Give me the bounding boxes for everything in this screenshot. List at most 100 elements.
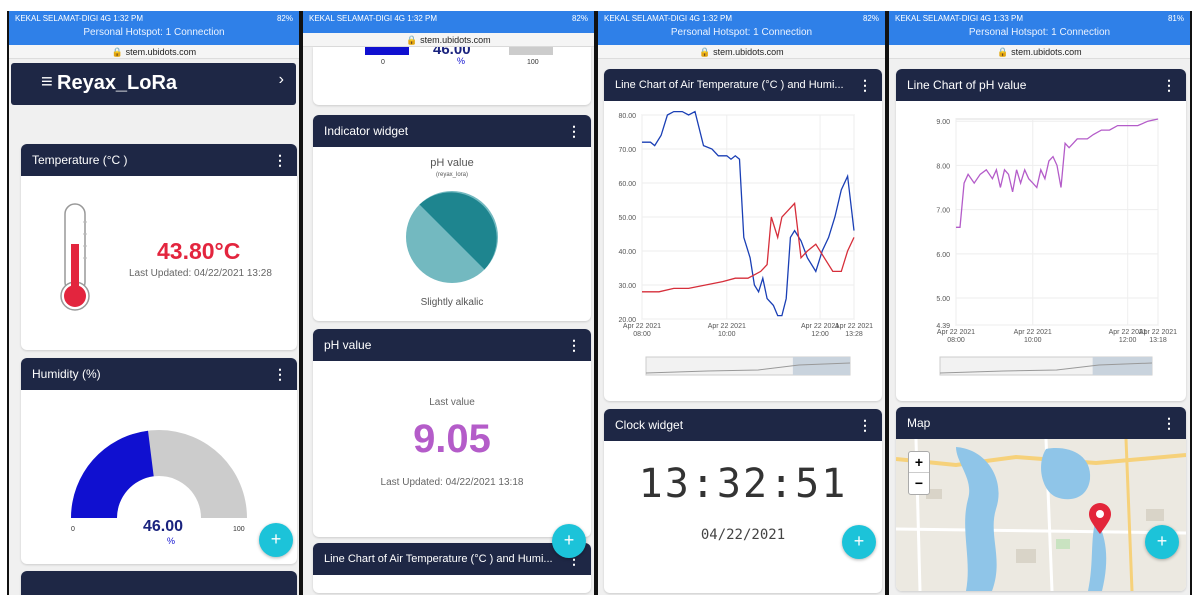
zoom-controls: + − — [908, 451, 930, 495]
battery-text: 81% — [1167, 14, 1184, 23]
last-value-label: Last value — [429, 397, 475, 408]
phone-panel-3: KEKAL SELAMAT-DIGI 4G 1:32 PM 82% Person… — [596, 11, 887, 595]
more-icon[interactable]: ⋮ — [567, 329, 581, 361]
temperature-card: Temperature (°C ) ⋮ 43.80°C Last Updated:… — [21, 144, 297, 350]
status-bar: KEKAL SELAMAT-DIGI 4G 1:33 PM 81% Person… — [889, 11, 1190, 45]
carrier-text: KEKAL SELAMAT-DIGI 4G 1:32 PM — [15, 14, 144, 23]
url-text: stem.ubidots.com — [713, 47, 784, 57]
card-title: Temperature (°C ) — [32, 153, 128, 167]
next-card — [21, 571, 297, 595]
more-icon[interactable]: ⋮ — [858, 69, 872, 101]
chevron-right-icon[interactable]: › — [279, 71, 284, 89]
y-tick-label: 5.00 — [936, 296, 950, 303]
gauge-bar-grey — [509, 47, 553, 55]
air-temp-chart-card: Line Chart of Air Temperature (°C ) and … — [604, 69, 882, 401]
card-title: Clock widget — [615, 418, 684, 432]
app-title: Reyax_LoRa — [57, 72, 178, 94]
gauge-unit: % — [457, 56, 466, 66]
more-icon[interactable]: ⋮ — [858, 409, 872, 441]
last-updated-text: Last Updated: 04/22/2021 13:28 — [129, 268, 272, 279]
status-bar: KEKAL SELAMAT-DIGI 4G 1:32 PM 82% Person… — [9, 11, 299, 45]
add-widget-button[interactable]: + — [552, 524, 586, 558]
card-title: Map — [907, 416, 931, 430]
y-tick-label: 40.00 — [618, 249, 636, 256]
thermometer-icon — [60, 203, 90, 311]
card-title: Line Chart of Air Temperature (°C ) and … — [324, 553, 553, 565]
temperature-value: 43.80°C — [157, 238, 241, 264]
clock-time: 13:32:51 — [638, 461, 848, 507]
battery-text: 82% — [862, 14, 879, 23]
y-tick-label: 7.00 — [936, 208, 950, 215]
zoom-in-button[interactable]: + — [909, 452, 929, 473]
y-tick-label: 6.00 — [936, 252, 950, 259]
more-icon[interactable]: ⋮ — [1162, 69, 1176, 101]
gauge-value: 46.00 — [143, 518, 184, 535]
y-tick-label: 30.00 — [618, 283, 636, 290]
more-icon[interactable]: ⋮ — [567, 115, 581, 147]
more-icon[interactable]: ⋮ — [1162, 407, 1176, 439]
indicator-sublabel: (reyax_lora) — [435, 172, 468, 178]
hamburger-icon[interactable]: ≡ — [41, 71, 53, 94]
add-widget-button[interactable]: + — [842, 525, 876, 559]
add-widget-button[interactable]: + — [1145, 525, 1179, 559]
y-tick-label: 70.00 — [618, 147, 636, 154]
gauge-max: 100 — [233, 526, 245, 533]
url-bar[interactable]: 🔒 stem.ubidots.com — [598, 45, 885, 59]
map-card: Map ⋮ + − — [896, 407, 1186, 591]
url-bar[interactable]: 🔒 stem.ubidots.com — [303, 33, 594, 47]
url-text: stem.ubidots.com — [125, 47, 197, 57]
ph-line-chart: 9.008.007.006.005.004.39Apr 22 2021 08:00… — [936, 118, 1177, 376]
x-tick-label: Apr 22 2021 10:00 — [1014, 329, 1052, 344]
url-bar[interactable]: 🔒 stem.ubidots.com — [9, 45, 299, 59]
x-tick-label: Apr 22 2021 08:00 — [937, 329, 975, 344]
url-text: stem.ubidots.com — [1011, 47, 1082, 57]
card-title: Indicator widget — [324, 124, 409, 138]
ph-value-card: pH value ⋮ Last value 9.05 Last Updated: … — [313, 329, 591, 537]
zoom-out-button[interactable]: − — [909, 473, 929, 494]
app-header: ≡ Reyax_LoRa › — [11, 63, 296, 105]
map-pin-icon[interactable] — [1088, 503, 1112, 535]
y-tick-label: 9.00 — [936, 119, 950, 126]
gauge-fill — [71, 430, 154, 518]
clock-date: 04/22/2021 — [700, 527, 786, 543]
add-widget-button[interactable]: + — [259, 523, 293, 557]
battery-text: 82% — [571, 14, 588, 23]
gauge-min: 0 — [381, 59, 385, 66]
hotspot-text: Personal Hotspot: 1 Connection — [83, 27, 225, 38]
battery-text: 82% — [276, 14, 293, 23]
carrier-text: KEKAL SELAMAT-DIGI 4G 1:33 PM — [895, 14, 1024, 23]
x-tick-label: Apr 22 2021 12:00 — [801, 323, 839, 338]
hotspot-text: Personal Hotspot: 1 Connection — [968, 27, 1111, 38]
card-title: Line Chart of Air Temperature (°C ) and … — [615, 79, 844, 91]
phone-panel-2: KEKAL SELAMAT-DIGI 4G 1:32 PM 82% 🔒 stem… — [301, 11, 596, 595]
indicator-label: pH value — [430, 157, 474, 169]
range-selection — [792, 357, 850, 375]
x-tick-label: Apr 22 2021 13:18 — [1139, 329, 1177, 344]
y-tick-label: 8.00 — [936, 163, 950, 170]
x-tick-label: Apr 22 2021 08:00 — [623, 323, 661, 338]
hotspot-text: Personal Hotspot: 1 Connection — [670, 27, 813, 38]
more-icon[interactable]: ⋮ — [273, 358, 287, 390]
gauge-max: 100 — [527, 59, 539, 66]
ph-chart-card: Line Chart of pH value ⋮ 9.00 8.00 7.00 6.00… — [896, 69, 1186, 401]
map-view[interactable] — [896, 439, 1186, 591]
last-updated-text: Last Updated: 04/22/2021 13:18 — [380, 477, 524, 488]
card-title: Line Chart of pH value — [907, 78, 1027, 92]
indicator-card: Indicator widget ⋮ pH value (reyax_lora) … — [313, 115, 591, 321]
gauge-unit: % — [167, 536, 176, 546]
humidity-card: Humidity (%) ⋮ 46.00 % 0 100 — [21, 358, 297, 564]
gauge-card-partial: 46.00 % 0 100 — [313, 47, 591, 105]
gauge-min: 0 — [71, 526, 75, 533]
air-temp-chart-card-partial: Line Chart of Air Temperature (°C ) and … — [313, 543, 591, 593]
indicator-pie — [406, 191, 498, 283]
card-title: pH value — [324, 338, 372, 352]
carrier-text: KEKAL SELAMAT-DIGI 4G 1:32 PM — [604, 14, 733, 23]
range-selection — [1092, 357, 1152, 375]
air-temp-line-chart: 80.0070.0060.0050.0040.0030.0020.00Apr 2… — [618, 110, 873, 376]
y-tick-label: 80.00 — [618, 113, 636, 120]
url-bar[interactable]: 🔒 stem.ubidots.com — [889, 45, 1190, 59]
phone-panel-1: KEKAL SELAMAT-DIGI 4G 1:32 PM 82% Person… — [7, 11, 301, 595]
more-icon[interactable]: ⋮ — [273, 144, 287, 176]
gauge-bar-blue — [365, 47, 409, 55]
indicator-state: Slightly alkalic — [420, 297, 484, 308]
